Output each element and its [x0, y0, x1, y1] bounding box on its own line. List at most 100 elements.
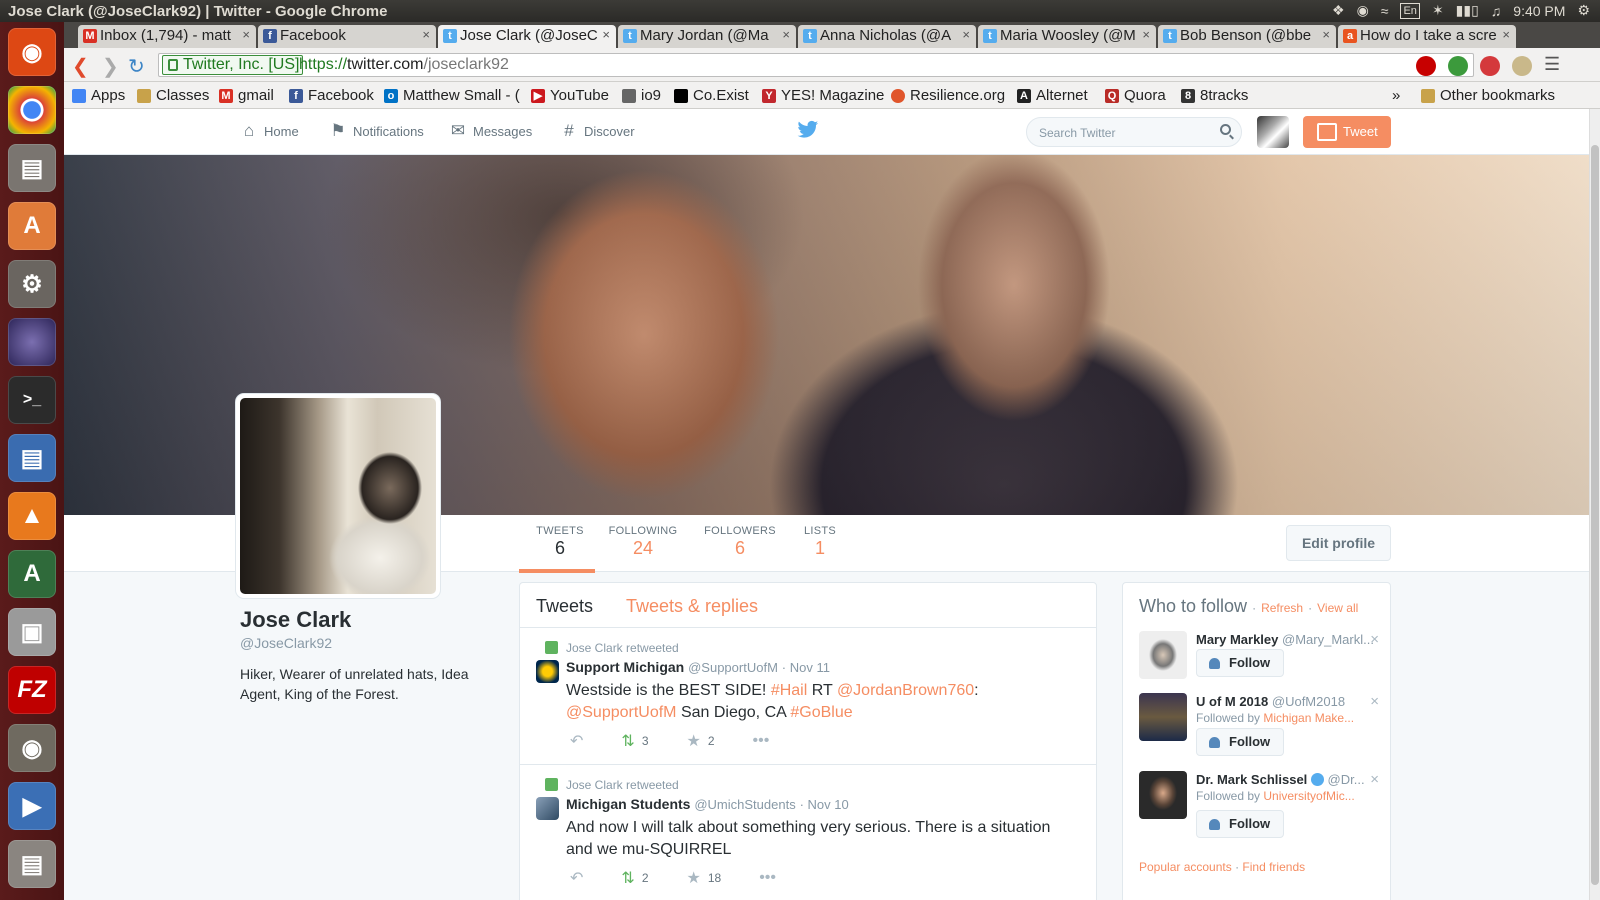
bookmark-facebook[interactable]: f Facebook [289, 87, 374, 104]
scrollbar-thumb[interactable] [1591, 145, 1599, 885]
close-tab-icon[interactable]: × [962, 27, 970, 42]
browser-tab[interactable]: t Bob Benson (@bbe × [1158, 25, 1336, 48]
back-arrow-icon[interactable]: ❮ [72, 54, 89, 79]
suggestion-name-line[interactable]: Dr. Mark Schlissel @Dr... [1196, 772, 1374, 787]
tweet-item[interactable]: Jose Clark retweeted Michigan Students @… [520, 765, 1096, 900]
close-tab-icon[interactable]: × [782, 27, 790, 42]
suggestion-avatar[interactable] [1139, 771, 1187, 819]
bookmark-coexist[interactable]: Co.Exist [674, 87, 749, 104]
tweet-author-name[interactable]: Support Michigan [566, 659, 684, 675]
tweet-author-avatar[interactable] [536, 660, 559, 683]
follow-button[interactable]: Follow [1196, 728, 1284, 756]
files-launcher-icon[interactable]: ▤ [8, 144, 56, 192]
adblock-plus-icon[interactable] [1480, 56, 1500, 76]
suggestion-name-line[interactable]: U of M 2018 @UofM2018 [1196, 694, 1374, 709]
power-gear-icon[interactable]: ⚙ [1577, 2, 1590, 19]
tweet-timestamp[interactable]: · Nov 10 [800, 797, 849, 812]
compose-tweet-button[interactable]: Tweet [1303, 116, 1391, 148]
browser-tab[interactable]: t Maria Woosley (@M × [978, 25, 1156, 48]
ev-certificate-badge[interactable]: Twitter, Inc. [US] [162, 55, 304, 75]
profile-avatar-frame[interactable] [236, 394, 440, 598]
bookmark-matthew-small[interactable]: o Matthew Small - ( [384, 87, 520, 104]
nav-messages[interactable]: ✉ Messages [449, 122, 532, 140]
popular-accounts-link[interactable]: Popular accounts [1139, 860, 1232, 874]
browser-tab[interactable]: t Anna Nicholas (@A × [798, 25, 976, 48]
system-settings-icon[interactable]: ⚙ [8, 260, 56, 308]
clock[interactable]: 9:40 PM [1513, 3, 1565, 19]
disk-drive-icon[interactable]: ▣ [8, 608, 56, 656]
close-tab-icon[interactable]: × [1322, 27, 1330, 42]
video-player-icon[interactable]: ▶ [8, 782, 56, 830]
search-twitter-input[interactable]: Search Twitter [1026, 117, 1242, 147]
terminal-launcher-icon[interactable]: >_ [8, 376, 56, 424]
search-icon[interactable] [1220, 124, 1231, 135]
writer-launcher-icon[interactable]: ▤ [8, 434, 56, 482]
stat-following[interactable]: FOLLOWING 24 [607, 525, 679, 559]
bookmark-resilience[interactable]: Resilience.org [891, 87, 1005, 104]
wifi-icon[interactable]: ≈ [1381, 3, 1389, 19]
close-tab-icon[interactable]: × [242, 27, 250, 42]
url-text[interactable]: https://twitter.com/joseclark92 [299, 56, 509, 74]
page-scrollbar[interactable] [1589, 109, 1600, 900]
stat-followers[interactable]: FOLLOWERS 6 [703, 525, 777, 559]
bookmark-classes[interactable]: Classes [137, 87, 209, 104]
hashtag-link[interactable]: #Hail [771, 682, 807, 699]
close-tab-icon[interactable]: × [1502, 27, 1510, 42]
bookmark-quora[interactable]: Q Quora [1105, 87, 1166, 104]
follow-button[interactable]: Follow [1196, 649, 1284, 677]
browser-tab[interactable]: f Facebook × [258, 25, 436, 48]
reply-button[interactable]: ↶ [570, 868, 583, 888]
bookmark-gmail[interactable]: Mgmail [219, 87, 274, 104]
followed-by-account[interactable]: Michigan Make... [1263, 711, 1354, 725]
dismiss-close-icon[interactable]: × [1370, 771, 1379, 788]
view-all-link[interactable]: View all [1317, 601, 1358, 615]
retweet-button[interactable]: ⇅ 2 [621, 868, 648, 888]
nav-discover[interactable]: # Discover [560, 122, 634, 140]
favorite-button[interactable]: ★ 2 [687, 731, 715, 751]
close-tab-icon[interactable]: × [602, 27, 610, 42]
hashtag-link[interactable]: #GoBlue [790, 704, 852, 721]
profile-name[interactable]: Jose Clark [240, 607, 500, 633]
bluetooth-icon[interactable]: ✶ [1432, 2, 1444, 19]
tweet-author-name[interactable]: Michigan Students [566, 796, 690, 812]
close-tab-icon[interactable]: × [422, 27, 430, 42]
extension-power-icon[interactable] [1416, 56, 1436, 76]
dismiss-close-icon[interactable]: × [1370, 693, 1379, 710]
twitter-bird-icon[interactable] [797, 120, 819, 140]
suggestion-avatar[interactable] [1139, 631, 1187, 679]
bookmark-8tracks[interactable]: 8 8tracks [1181, 87, 1248, 104]
stat-lists[interactable]: LISTS 1 [801, 525, 839, 559]
suggestion-name-line[interactable]: Mary Markley @Mary_Markl... [1196, 632, 1374, 647]
refresh-link[interactable]: Refresh [1261, 601, 1303, 615]
tweet-author-avatar[interactable] [536, 797, 559, 820]
keyboard-layout-indicator[interactable]: En [1400, 2, 1420, 19]
tab-tweets-and-replies[interactable]: Tweets & replies [626, 596, 758, 617]
update-manager-icon[interactable]: A [8, 550, 56, 598]
bookmark-io9[interactable]: io9 [622, 87, 661, 104]
edit-profile-button[interactable]: Edit profile [1286, 525, 1391, 561]
stat-tweets[interactable]: TWEETS 6 [530, 525, 590, 559]
tweet-item[interactable]: Jose Clark retweeted Support Michigan @S… [520, 628, 1096, 765]
volume-icon[interactable]: ♫ [1491, 3, 1502, 19]
eclipse-launcher-icon[interactable] [8, 318, 56, 366]
browser-tab[interactable]: M Inbox (1,794) - matt × [78, 25, 256, 48]
profile-handle[interactable]: @JoseClark92 [240, 635, 500, 651]
more-options-button[interactable]: ••• [753, 732, 770, 750]
mention-link[interactable]: @JordanBrown760 [837, 682, 974, 699]
reload-icon[interactable]: ↻ [128, 54, 145, 79]
browser-tab-active[interactable]: t Jose Clark (@JoseC × [438, 25, 616, 49]
close-tab-icon[interactable]: × [1142, 27, 1150, 42]
vlc-launcher-icon[interactable]: ▲ [8, 492, 56, 540]
reply-button[interactable]: ↶ [570, 731, 583, 751]
address-bar[interactable]: Twitter, Inc. [US] https://twitter.com/j… [158, 53, 1474, 77]
chrome-menu-icon[interactable]: ☰ [1544, 54, 1560, 75]
trash-icon[interactable]: ▤ [8, 840, 56, 888]
ubuntu-dash-icon[interactable]: ◉ [8, 28, 56, 76]
browser-tab[interactable]: a How do I take a scre × [1338, 25, 1516, 48]
followed-by-account[interactable]: UniversityofMic... [1263, 789, 1354, 803]
retweeted-by-label[interactable]: Jose Clark retweeted [566, 641, 679, 655]
follow-button[interactable]: Follow [1196, 810, 1284, 838]
gimp-launcher-icon[interactable]: ◉ [8, 724, 56, 772]
bookmark-alternet[interactable]: A Alternet [1017, 87, 1088, 104]
bookmark-apps[interactable]: Apps [72, 87, 125, 104]
